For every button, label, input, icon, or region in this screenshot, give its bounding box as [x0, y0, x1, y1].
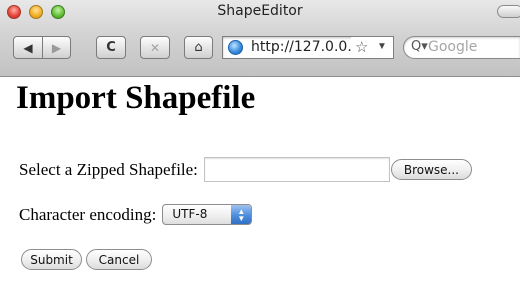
- search-input[interactable]: [428, 39, 518, 55]
- encoding-select-value: UTF-8: [172, 207, 208, 221]
- address-bar[interactable]: http://127.0.0.1:8000/shape-editor/impor…: [222, 36, 394, 59]
- back-arrow-icon: ◀: [23, 40, 33, 55]
- encoding-select[interactable]: UTF-8 ▲ ▼: [162, 204, 253, 225]
- stop-button[interactable]: ✕: [140, 36, 170, 59]
- file-path-field[interactable]: [203, 157, 390, 182]
- history-dropdown-icon[interactable]: ▼: [377, 41, 387, 52]
- home-button[interactable]: ⌂: [184, 36, 213, 59]
- toolbar-toggle-button[interactable]: [497, 5, 520, 18]
- encoding-label: Character encoding:: [19, 204, 157, 224]
- window-title: ShapeEditor: [217, 3, 303, 19]
- up-down-arrows-icon: ▲ ▼: [231, 205, 252, 224]
- home-icon: ⌂: [194, 40, 203, 55]
- forward-button[interactable]: ▶: [42, 36, 71, 59]
- stop-icon: ✕: [149, 40, 161, 55]
- file-label: Select a Zipped Shapefile:: [19, 159, 198, 179]
- file-row: Select a Zipped Shapefile: Browse...: [19, 157, 472, 182]
- reload-button[interactable]: C: [96, 36, 126, 59]
- page-title: Import Shapefile: [16, 80, 256, 116]
- cancel-button[interactable]: Cancel: [86, 249, 152, 270]
- reload-icon: C: [106, 40, 116, 55]
- encoding-row: Character encoding: UTF-8 ▲ ▼: [19, 204, 253, 225]
- forward-arrow-icon: ▶: [51, 40, 62, 55]
- search-box[interactable]: Q▾: [403, 36, 520, 59]
- form-actions: Submit Cancel: [21, 249, 152, 270]
- submit-button[interactable]: Submit: [21, 249, 82, 270]
- bookmark-star-icon[interactable]: ☆: [355, 38, 368, 57]
- globe-icon: [228, 40, 243, 55]
- browser-chrome: ShapeEditor ◀ ▶ C ✕ ⌂ http://127.0.0.1:8…: [0, 0, 520, 77]
- back-button[interactable]: ◀: [13, 36, 43, 59]
- browse-button[interactable]: Browse...: [390, 159, 472, 180]
- search-icon[interactable]: Q▾: [411, 39, 428, 54]
